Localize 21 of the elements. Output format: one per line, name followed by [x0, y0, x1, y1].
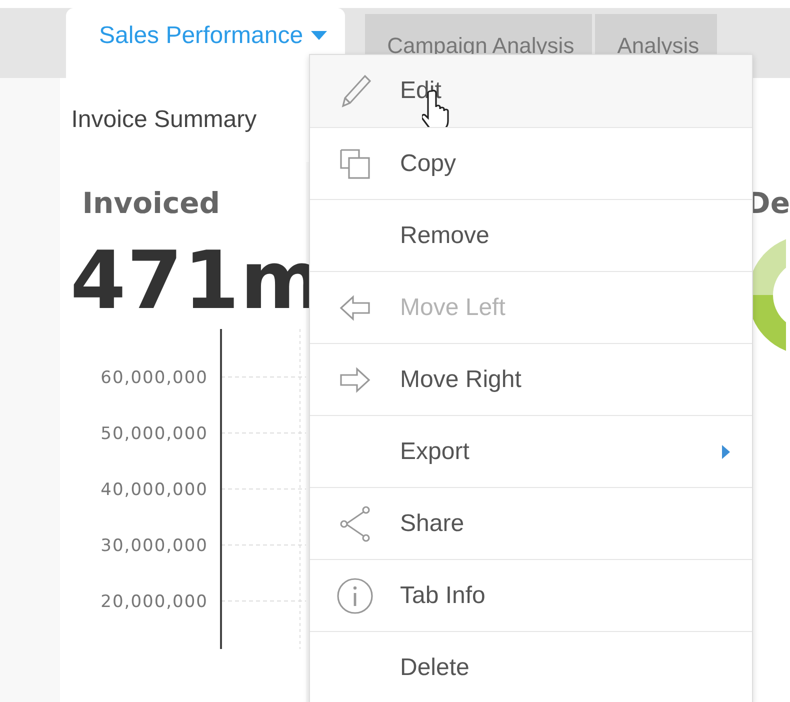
caret-icon[interactable] — [311, 31, 328, 41]
menu-item[interactable]: Tab Info — [310, 559, 752, 631]
axis-label: 30,000,000 — [100, 536, 208, 556]
axis-label: 60,000,000 — [100, 368, 208, 388]
card-title: Invoiced — [82, 186, 222, 220]
menu-item[interactable]: Move Right — [310, 343, 752, 415]
share-icon — [338, 504, 372, 544]
copy-icon — [338, 146, 372, 180]
left-arrow-icon — [339, 294, 371, 322]
menu-item[interactable]: Export — [310, 415, 752, 487]
section-title: Invoice Summary — [71, 105, 257, 135]
axis-label: 40,000,000 — [100, 480, 208, 500]
axis-label: 50,000,000 — [100, 424, 208, 444]
right-arrow-icon — [339, 366, 371, 394]
info-icon — [336, 576, 374, 614]
axis-label: 20,000,000 — [100, 592, 208, 612]
menu-item[interactable]: Remove — [310, 199, 752, 271]
menu-item[interactable]: Copy — [310, 127, 752, 199]
menu-item[interactable]: Share — [310, 487, 752, 559]
menu-item[interactable]: Delete — [310, 631, 752, 702]
chevron-right-icon — [722, 444, 730, 458]
